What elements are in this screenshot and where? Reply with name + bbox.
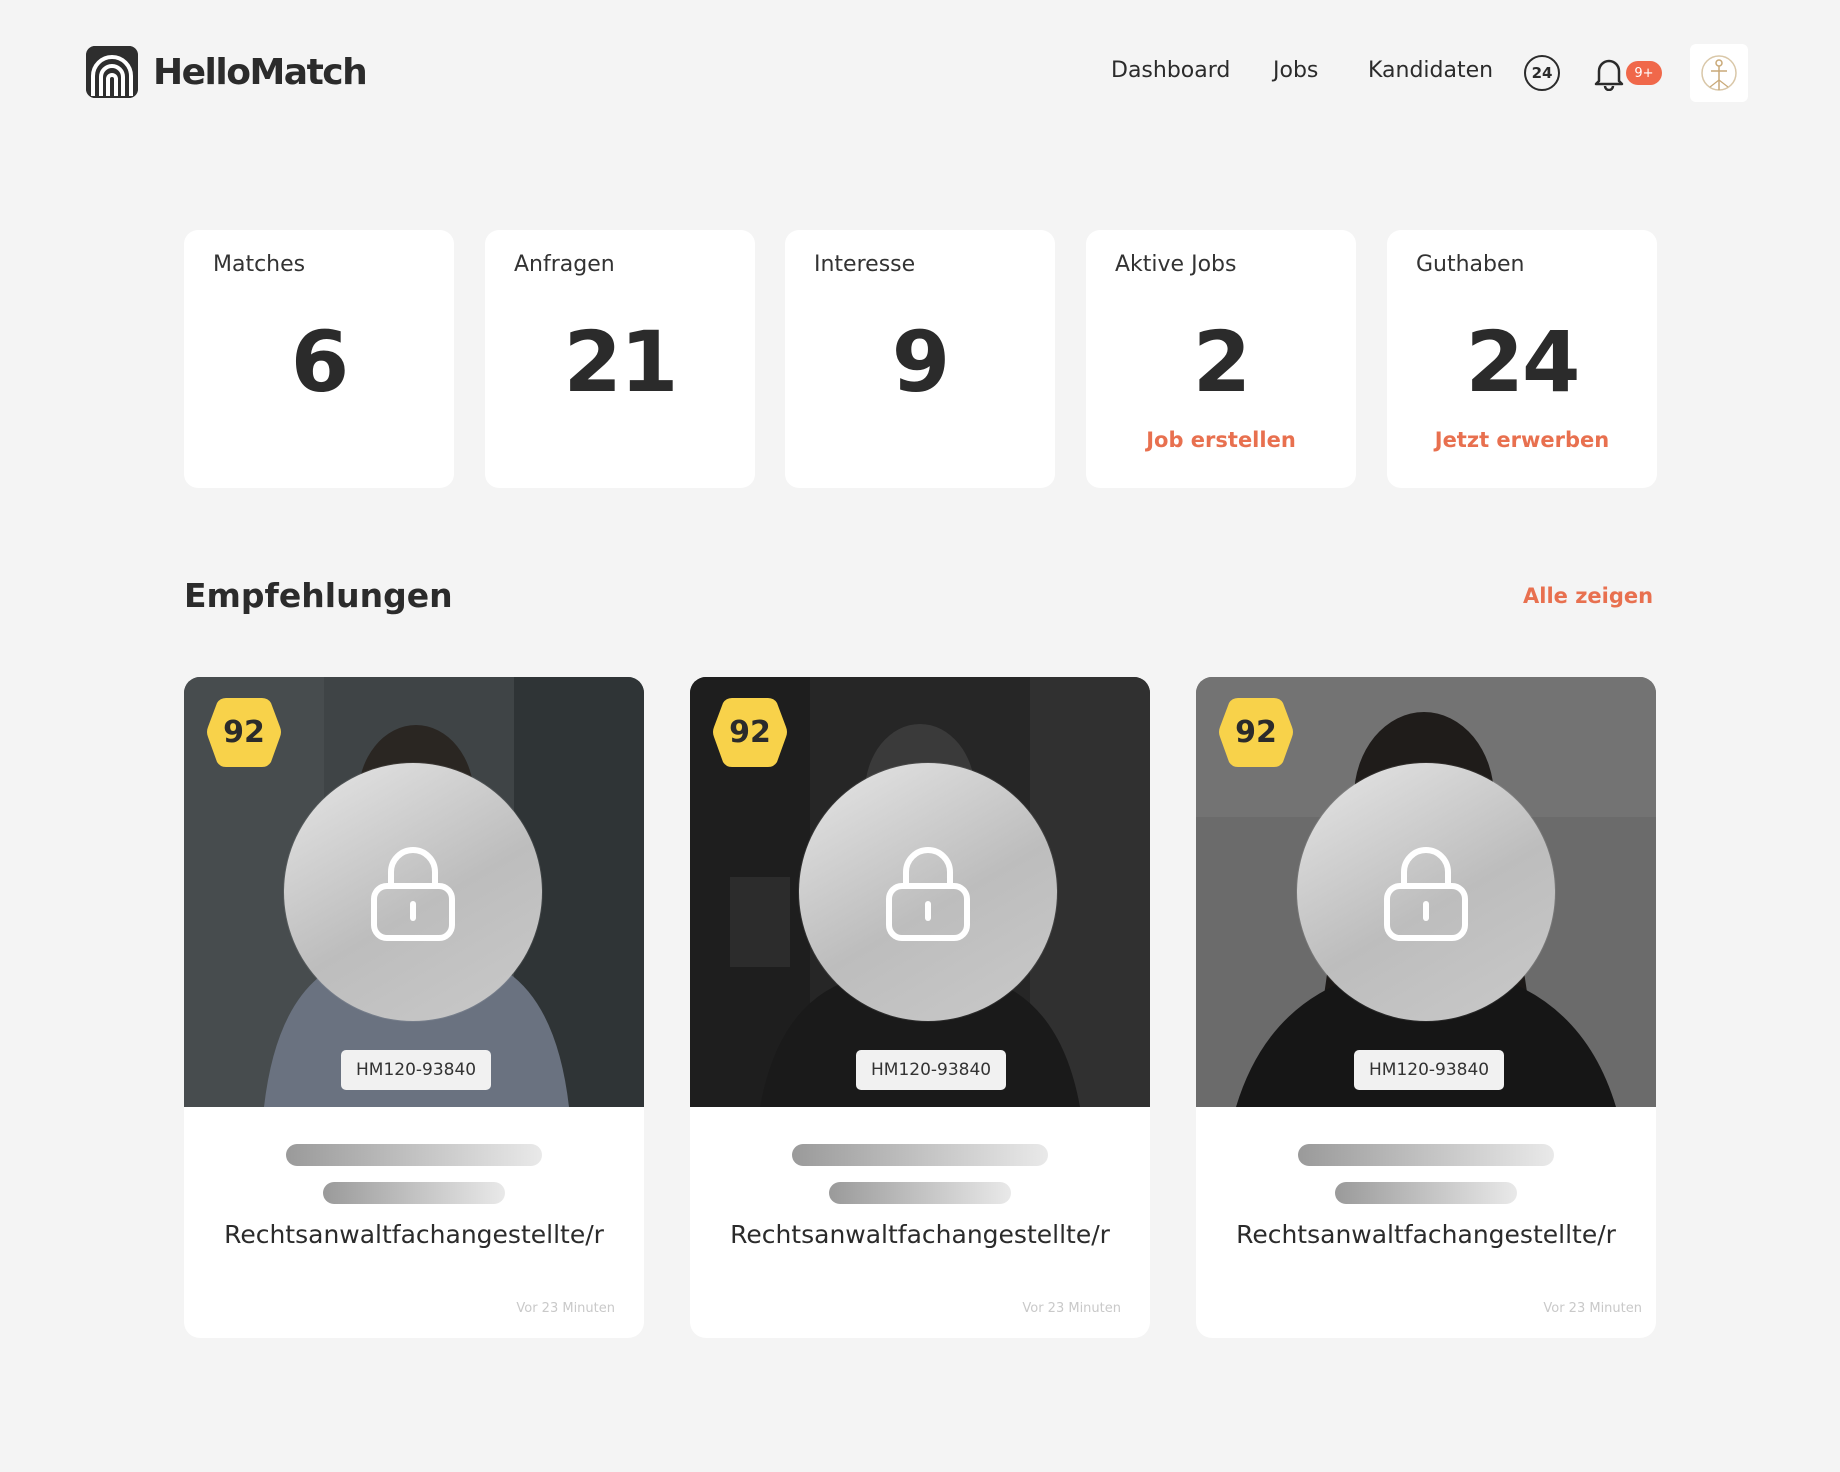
stat-label: Matches bbox=[213, 252, 306, 277]
redacted-name-bar bbox=[792, 1144, 1048, 1166]
match-score-badge: 92 bbox=[206, 696, 282, 769]
app-logo[interactable]: HelloMatch bbox=[86, 46, 368, 98]
app-name: HelloMatch bbox=[153, 51, 368, 93]
locked-overlay[interactable] bbox=[1297, 763, 1555, 1021]
locked-overlay[interactable] bbox=[284, 763, 542, 1021]
stat-card-interesse[interactable]: Interesse 9 bbox=[785, 230, 1055, 488]
stat-value: 6 bbox=[290, 313, 349, 411]
candidate-id: HM120-93840 bbox=[1354, 1050, 1505, 1090]
stat-label: Anfragen bbox=[514, 252, 615, 277]
match-score-badge: 92 bbox=[1218, 696, 1294, 769]
candidate-card[interactable]: 92 HM120-93840 Rechtsanwaltfachangestell… bbox=[690, 677, 1150, 1338]
stat-card-matches[interactable]: Matches 6 bbox=[184, 230, 454, 488]
stat-card-guthaben[interactable]: Guthaben 24 Jetzt erwerben bbox=[1387, 230, 1657, 488]
buy-credits-link[interactable]: Jetzt erwerben bbox=[1387, 428, 1657, 452]
candidate-card[interactable]: 92 HM120-93840 Rechtsanwaltfachangestell… bbox=[1196, 677, 1656, 1338]
avatar[interactable] bbox=[1690, 44, 1748, 102]
candidate-job-title: Rechtsanwaltfachangestellte/r bbox=[1236, 1220, 1616, 1249]
locked-overlay[interactable] bbox=[799, 763, 1057, 1021]
match-score: 92 bbox=[1235, 715, 1277, 750]
create-job-link[interactable]: Job erstellen bbox=[1086, 428, 1356, 452]
redacted-detail-bar bbox=[1335, 1182, 1517, 1204]
match-score: 92 bbox=[223, 715, 265, 750]
credits-count: 24 bbox=[1531, 64, 1553, 82]
stat-label: Interesse bbox=[814, 252, 916, 277]
lock-icon bbox=[371, 847, 455, 941]
section-title: Empfehlungen bbox=[184, 576, 453, 615]
stat-label: Aktive Jobs bbox=[1115, 252, 1237, 277]
redacted-detail-bar bbox=[829, 1182, 1011, 1204]
redacted-detail-bar bbox=[323, 1182, 505, 1204]
candidate-job-title: Rechtsanwaltfachangestellte/r bbox=[224, 1220, 604, 1249]
notification-badge: 9+ bbox=[1626, 61, 1662, 85]
company-logo-icon bbox=[1701, 55, 1737, 91]
timestamp: Vor 23 Minuten bbox=[516, 1301, 615, 1316]
bell-icon[interactable] bbox=[1592, 55, 1626, 92]
candidate-id: HM120-93840 bbox=[856, 1050, 1007, 1090]
lock-icon bbox=[886, 847, 970, 941]
stat-value: 24 bbox=[1465, 313, 1581, 411]
stat-value: 21 bbox=[563, 313, 679, 411]
stat-card-anfragen[interactable]: Anfragen 21 bbox=[485, 230, 755, 488]
candidate-card[interactable]: 92 HM120-93840 Rechtsanwaltfachangestell… bbox=[184, 677, 644, 1338]
credits-icon[interactable]: 24 bbox=[1524, 55, 1560, 91]
lock-icon bbox=[1384, 847, 1468, 941]
match-score: 92 bbox=[729, 715, 771, 750]
timestamp: Vor 23 Minuten bbox=[1022, 1301, 1121, 1316]
stat-card-aktive-jobs[interactable]: Aktive Jobs 2 Job erstellen bbox=[1086, 230, 1356, 488]
stat-value: 9 bbox=[891, 313, 950, 411]
stat-label: Guthaben bbox=[1416, 252, 1525, 277]
top-navigation: HelloMatch Dashboard Jobs Kandidaten 24 … bbox=[0, 0, 1840, 150]
candidate-job-title: Rechtsanwaltfachangestellte/r bbox=[730, 1220, 1110, 1249]
nav-jobs[interactable]: Jobs bbox=[1273, 58, 1318, 83]
nav-dashboard[interactable]: Dashboard bbox=[1111, 58, 1230, 83]
timestamp: Vor 23 Minuten bbox=[1543, 1301, 1642, 1316]
match-score-badge: 92 bbox=[712, 696, 788, 769]
candidate-id: HM120-93840 bbox=[341, 1050, 492, 1090]
redacted-name-bar bbox=[1298, 1144, 1554, 1166]
hellomatch-arch-icon bbox=[86, 46, 138, 98]
stat-value: 2 bbox=[1192, 313, 1251, 411]
show-all-link[interactable]: Alle zeigen bbox=[1523, 584, 1653, 608]
nav-kandidaten[interactable]: Kandidaten bbox=[1368, 58, 1493, 83]
redacted-name-bar bbox=[286, 1144, 542, 1166]
